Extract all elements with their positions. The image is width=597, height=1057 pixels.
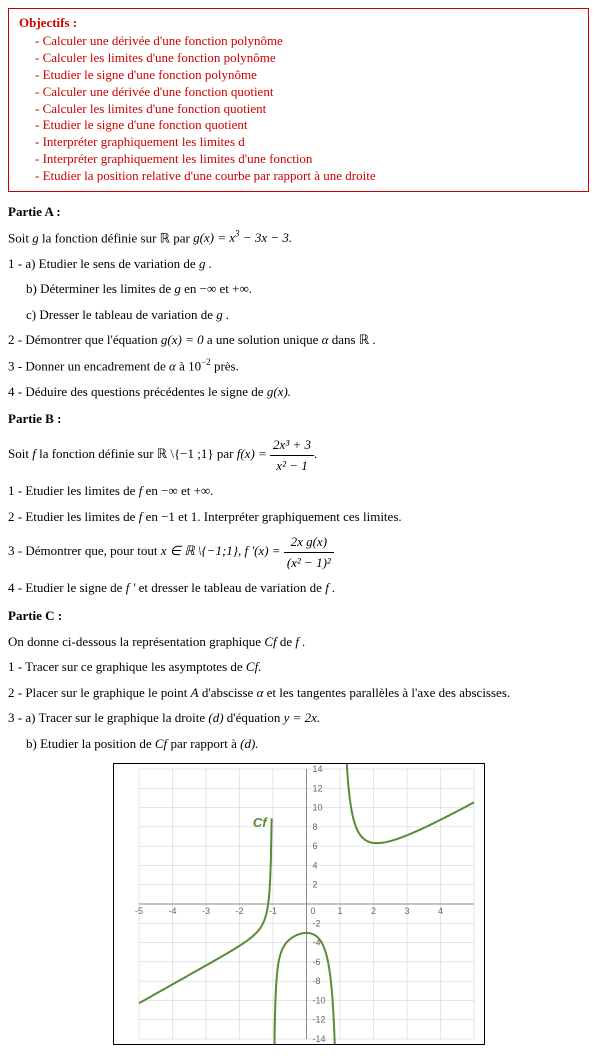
partie-a-title: Partie A : [8,204,589,220]
svg-text:0: 0 [310,906,315,916]
svg-text:6: 6 [312,841,317,851]
svg-text:-2: -2 [312,918,320,928]
partie-a-q1c: c) Dresser le tableau de variation de g … [8,305,589,325]
partie-b-q1: 1 - Etudier les limites de f en −∞ et +∞… [8,481,589,501]
svg-text:12: 12 [312,783,322,793]
svg-text:-10: -10 [312,996,325,1006]
svg-text:4: 4 [312,861,317,871]
svg-text:-14: -14 [312,1034,325,1044]
partie-c-title: Partie C : [8,608,589,624]
partie-a-q4: 4 - Déduire des questions précédentes le… [8,382,589,402]
chart-container: -5-4-3-2-11234-14-12-10-8-6-4-2246810121… [8,763,589,1049]
partie-b-q4: 4 - Etudier le signe de f ' et dresser l… [8,578,589,598]
svg-text:-8: -8 [312,976,320,986]
partie-a-q3: 3 - Donner un encadrement de α à 10−2 pr… [8,356,589,376]
objectif-item: Calculer une dérivée d'une fonction poly… [35,33,578,50]
partie-b-title: Partie B : [8,411,589,427]
svg-text:-12: -12 [312,1015,325,1025]
objectif-item: Calculer les limites d'une fonction poly… [35,50,578,67]
partie-a-q1a: 1 - a) Etudier le sens de variation de g… [8,254,589,274]
svg-text:3: 3 [404,906,409,916]
svg-text:14: 14 [312,764,322,774]
function-graph: -5-4-3-2-11234-14-12-10-8-6-4-2246810121… [113,763,485,1045]
partie-b-q2: 2 - Etudier les limites de f en −1 et 1.… [8,507,589,527]
svg-text:4: 4 [437,906,442,916]
svg-text:2: 2 [312,880,317,890]
svg-text:-5: -5 [134,906,142,916]
partie-c-intro: On donne ci-dessous la représentation gr… [8,632,589,652]
svg-text:10: 10 [312,803,322,813]
partie-c-q3b: b) Etudier la position de Cf par rapport… [8,734,589,754]
objectif-item: Etudier la position relative d'une courb… [35,168,578,185]
partie-c-q3a: 3 - a) Tracer sur le graphique la droite… [8,708,589,728]
svg-text:-3: -3 [201,906,209,916]
objectifs-title: Objectifs : [19,15,578,31]
objectifs-box: Objectifs : Calculer une dérivée d'une f… [8,8,589,192]
partie-a-q2: 2 - Démontrer que l'équation g(x) = 0 a … [8,330,589,350]
partie-b-intro: Soit f la fonction définie sur ℝ \{−1 ;1… [8,435,589,475]
svg-text:-1: -1 [268,906,276,916]
partie-c-q2: 2 - Placer sur le graphique le point A d… [8,683,589,703]
objectif-item: Etudier le signe d'une fonction polynôme [35,67,578,84]
objectif-item: Etudier le signe d'une fonction quotient [35,117,578,134]
objectifs-list: Calculer une dérivée d'une fonction poly… [19,33,578,185]
objectif-item: Interpréter graphiquement les limites d [35,134,578,151]
partie-c-q1: 1 - Tracer sur ce graphique les asymptot… [8,657,589,677]
svg-text:1: 1 [337,906,342,916]
objectif-item: Calculer les limites d'une fonction quot… [35,101,578,118]
objectif-item: Interpréter graphiquement les limites d'… [35,151,578,168]
svg-text:-6: -6 [312,957,320,967]
partie-a-q1b: b) Déterminer les limites de g en −∞ et … [8,279,589,299]
svg-text:-2: -2 [235,906,243,916]
svg-text:8: 8 [312,822,317,832]
svg-text:2: 2 [370,906,375,916]
partie-b-q3: 3 - Démontrer que, pour tout x ∈ ℝ \{−1;… [8,532,589,572]
partie-a-intro: Soit g la fonction définie sur ℝ par g(x… [8,228,589,248]
svg-text:Cf: Cf [252,815,267,830]
svg-text:-4: -4 [168,906,176,916]
objectif-item: Calculer une dérivée d'une fonction quot… [35,84,578,101]
